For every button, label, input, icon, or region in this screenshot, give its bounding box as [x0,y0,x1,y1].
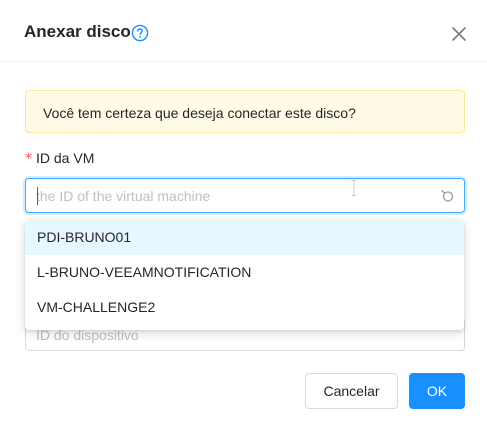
alert-message: Você tem certeza que deseja conectar est… [43,105,356,121]
close-icon[interactable] [449,24,469,44]
search-icon[interactable] [439,188,455,204]
attach-disk-dialog: Anexar disco Você tem certeza que deseja… [0,0,487,427]
option-label: VM-CHALLENGE2 [37,299,156,315]
option-label: L-BRUNO-VEEAMNOTIFICATION [37,264,252,280]
dialog-header: Anexar disco [0,0,487,62]
help-icon[interactable] [131,24,149,42]
vm-options-dropdown: PDI-BRUNO01 L-BRUNO-VEEAMNOTIFICATION VM… [25,220,464,330]
dropdown-option[interactable]: L-BRUNO-VEEAMNOTIFICATION [25,255,464,290]
vm-id-select[interactable] [25,178,465,213]
ok-button[interactable]: OK [409,373,465,409]
option-label: PDI-BRUNO01 [37,229,132,245]
text-caret [37,187,38,205]
required-marker: * [25,151,32,167]
dropdown-option[interactable]: VM-CHALLENGE2 [25,290,464,325]
cancel-button[interactable]: Cancelar [305,373,398,409]
mouse-ibeam-cursor [351,180,357,196]
vm-id-label: * ID da VM [25,150,94,167]
dialog-title: Anexar disco [24,22,131,41]
vm-id-input[interactable] [36,185,416,207]
vm-id-label-text: ID da VM [36,150,95,166]
warning-alert: Você tem certeza que deseja conectar est… [25,90,465,133]
dropdown-option[interactable]: PDI-BRUNO01 [25,220,464,255]
